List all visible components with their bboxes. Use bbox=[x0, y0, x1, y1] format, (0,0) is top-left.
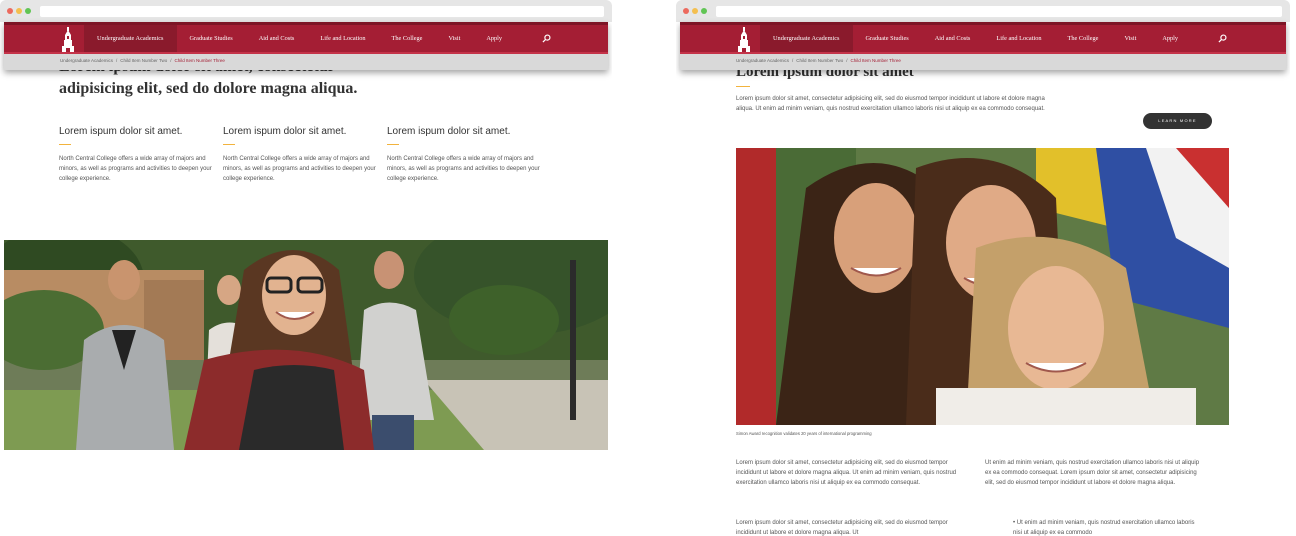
browser-window-left: Undergraduate Academics Graduate Studies… bbox=[0, 0, 612, 536]
site-header: Undergraduate Academics Graduate Studies… bbox=[4, 22, 608, 70]
nav-item-graduate-studies[interactable]: Graduate Studies bbox=[853, 25, 922, 52]
learn-more-button[interactable]: LEARN MORE bbox=[1143, 113, 1212, 129]
browser-chrome bbox=[0, 0, 612, 22]
minimize-window-button[interactable] bbox=[16, 8, 22, 14]
search-icon[interactable] bbox=[542, 34, 551, 43]
maximize-window-button[interactable] bbox=[701, 8, 707, 14]
nav-item-the-college[interactable]: The College bbox=[1055, 25, 1112, 52]
nav-item-aid-and-costs[interactable]: Aid and Costs bbox=[246, 25, 308, 52]
feature-column: Lorem ispum dolor sit amet. North Centra… bbox=[387, 125, 542, 184]
body-paragraph: Ut enim ad minim veniam, quis nostrud ex… bbox=[985, 460, 1200, 486]
nav-item-undergraduate-academics[interactable]: Undergraduate Academics bbox=[84, 25, 177, 52]
students-campus-photo bbox=[4, 240, 608, 450]
breadcrumb-current: Child Item Number Three bbox=[174, 58, 225, 63]
breadcrumb-item[interactable]: Child Item Number Two bbox=[120, 58, 167, 63]
nav-item-visit[interactable]: Visit bbox=[435, 25, 473, 52]
feature-text: North Central College offers a wide arra… bbox=[223, 156, 376, 182]
accent-rule bbox=[59, 144, 71, 145]
close-window-button[interactable] bbox=[683, 8, 689, 14]
feature-column: Lorem ispum dolor sit amet. North Centra… bbox=[223, 125, 378, 184]
breadcrumb-current: Child Item Number Three bbox=[850, 58, 901, 63]
accent-rule bbox=[736, 86, 750, 87]
bullet-list: Ut enim ad minim veniam, quis nostrud ex… bbox=[1013, 518, 1203, 536]
breadcrumb-item[interactable]: Child Item Number Two bbox=[796, 58, 843, 63]
main-nav: Undergraduate Academics Graduate Studies… bbox=[680, 22, 1286, 54]
breadcrumb: Undergraduate Academics / Child Item Numbe… bbox=[680, 54, 1286, 70]
close-window-button[interactable] bbox=[7, 8, 13, 14]
feature-heading: Lorem ispum dolor sit amet. bbox=[223, 126, 347, 137]
breadcrumb-item[interactable]: Undergraduate Academics bbox=[60, 58, 113, 63]
nav-item-apply[interactable]: Apply bbox=[473, 25, 515, 52]
accent-rule bbox=[387, 144, 399, 145]
nav-item-the-college[interactable]: The College bbox=[379, 25, 436, 52]
nav-item-undergraduate-academics[interactable]: Undergraduate Academics bbox=[760, 25, 853, 52]
college-tower-icon[interactable] bbox=[60, 27, 76, 53]
site-header: Undergraduate Academics Graduate Studies… bbox=[680, 22, 1286, 70]
body-paragraph: Lorem ipsum dolor sit amet, consectetur … bbox=[736, 460, 957, 486]
feature-text: North Central College offers a wide arra… bbox=[387, 156, 540, 182]
accent-rule bbox=[223, 144, 235, 145]
feature-heading: Lorem ispum dolor sit amet. bbox=[59, 126, 183, 137]
browser-chrome bbox=[676, 0, 1290, 22]
maximize-window-button[interactable] bbox=[25, 8, 31, 14]
main-nav: Undergraduate Academics Graduate Studies… bbox=[4, 22, 608, 54]
photo-caption: Simon Award recognition validates 20 yea… bbox=[736, 431, 872, 436]
search-icon[interactable] bbox=[1218, 34, 1227, 43]
breadcrumb: Undergraduate Academics / Child Item Numbe… bbox=[4, 54, 608, 70]
students-flags-photo bbox=[736, 148, 1229, 425]
feature-heading: Lorem ispum dolor sit amet. bbox=[387, 126, 511, 137]
nav-item-graduate-studies[interactable]: Graduate Studies bbox=[177, 25, 246, 52]
nav-item-visit[interactable]: Visit bbox=[1111, 25, 1149, 52]
nav-item-aid-and-costs[interactable]: Aid and Costs bbox=[922, 25, 984, 52]
nav-item-life-and-location[interactable]: Life and Location bbox=[307, 25, 378, 52]
nav-item-apply[interactable]: Apply bbox=[1149, 25, 1191, 52]
body-paragraph: Lorem ipsum dolor sit amet, consectetur … bbox=[736, 520, 948, 536]
intro-text: Lorem ipsum dolor sit amet, consectetur … bbox=[736, 96, 1045, 112]
feature-column: Lorem ispum dolor sit amet. North Centra… bbox=[59, 125, 214, 184]
college-tower-icon[interactable] bbox=[736, 27, 752, 53]
minimize-window-button[interactable] bbox=[692, 8, 698, 14]
nav-item-life-and-location[interactable]: Life and Location bbox=[983, 25, 1054, 52]
address-bar[interactable] bbox=[716, 6, 1282, 17]
address-bar[interactable] bbox=[40, 6, 604, 17]
feature-text: North Central College offers a wide arra… bbox=[59, 156, 212, 182]
breadcrumb-item[interactable]: Undergraduate Academics bbox=[736, 58, 789, 63]
browser-window-right: Undergraduate Academics Graduate Studies… bbox=[676, 0, 1290, 536]
list-item: Ut enim ad minim veniam, quis nostrud ex… bbox=[1013, 518, 1203, 536]
